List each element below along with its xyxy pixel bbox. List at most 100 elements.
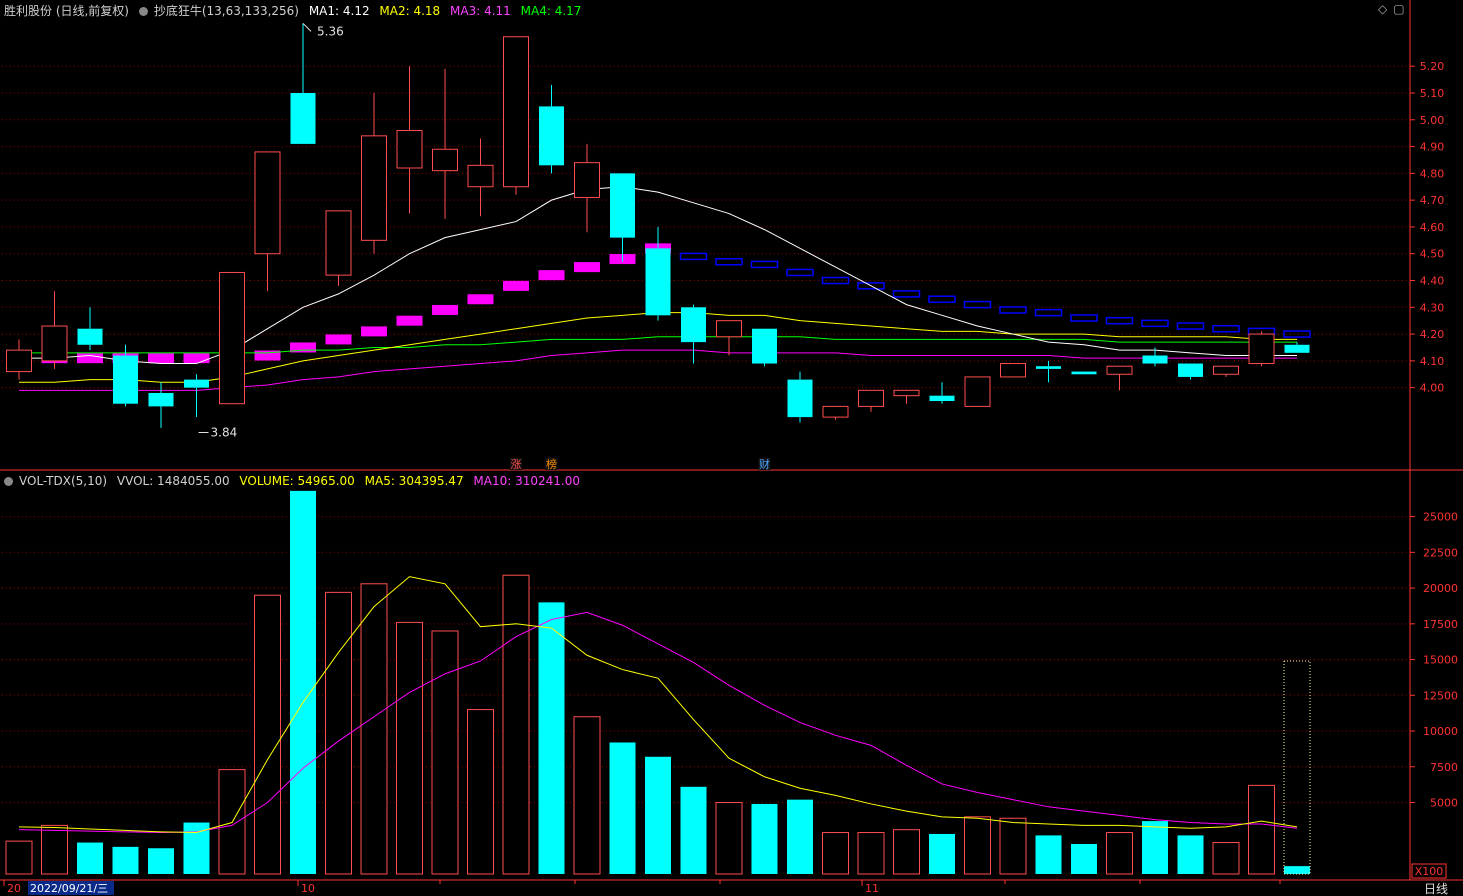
volume-bar <box>538 602 565 874</box>
volume-bar <box>999 817 1027 875</box>
volume-tick-label: 25000 <box>1423 511 1458 524</box>
volume-tick-label: 7500 <box>1430 761 1458 774</box>
trend-block <box>750 260 779 269</box>
price-panel <box>6 23 1311 428</box>
high-label: 5.36 <box>317 24 344 38</box>
x-tick-label: 11 <box>865 882 879 895</box>
volume-bar <box>1142 821 1168 874</box>
trend-block <box>538 270 565 281</box>
trend-block <box>1034 308 1063 317</box>
volume-bar <box>715 802 743 875</box>
candle-body <box>645 248 671 316</box>
candle-body <box>858 389 884 407</box>
volume-bar <box>645 756 671 874</box>
volume-tick-label: 15000 <box>1423 654 1458 667</box>
candle-body <box>539 106 564 166</box>
candle-body <box>254 151 281 255</box>
trend-block <box>1176 322 1205 330</box>
volume-bar <box>1106 832 1133 875</box>
price-tick-label: 4.40 <box>1420 275 1445 288</box>
candle-body <box>290 93 316 144</box>
trend-block <box>715 258 743 266</box>
candle-body <box>1071 371 1097 375</box>
volume-bar <box>77 842 103 874</box>
high-pointer <box>302 23 312 32</box>
candle-body <box>574 162 600 198</box>
volume-bar <box>502 574 530 875</box>
volume-bar <box>1071 843 1097 874</box>
event-marker: 财 <box>759 457 770 471</box>
trend-block <box>574 262 600 273</box>
volume-tick-label: 10000 <box>1423 725 1458 738</box>
trend-block <box>1070 314 1098 322</box>
low-label: 3.84 <box>211 426 238 440</box>
candle-body <box>1000 363 1026 378</box>
volume-bar <box>1248 784 1275 875</box>
candle-body <box>325 210 352 276</box>
volume-panel <box>5 490 1311 875</box>
volume-bar <box>41 824 68 875</box>
candle-body <box>396 130 423 169</box>
volume-tick-label: 12500 <box>1423 689 1458 702</box>
event-marker: 榜 <box>546 457 557 471</box>
candle-body <box>467 164 494 188</box>
trend-block <box>325 334 352 345</box>
volume-bar <box>360 583 388 875</box>
trend-block <box>503 280 529 291</box>
candle-body <box>1142 355 1168 364</box>
x-tick-label: 20 <box>7 882 21 895</box>
volume-bar <box>1035 835 1062 874</box>
candle-body <box>716 320 742 338</box>
trend-block <box>396 315 423 326</box>
volume-bar <box>929 833 955 874</box>
grid-lines <box>0 0 1463 881</box>
candle-body <box>77 328 103 345</box>
trend-block <box>1105 316 1134 325</box>
volume-bar <box>325 591 352 875</box>
trend-block <box>77 353 103 364</box>
trend-block <box>928 295 956 303</box>
candle-body <box>822 405 849 418</box>
unit-label: X100 <box>1415 865 1444 878</box>
candle-body <box>964 376 991 407</box>
volume-bar <box>431 630 459 875</box>
volume-bar <box>254 594 281 875</box>
candle-body <box>1106 365 1133 375</box>
candle-body <box>893 389 920 397</box>
y-axis: 4.00 4.10 4.20 4.30 4.40 4.50 4.60 4.70 4.80 4.90… <box>1410 60 1458 879</box>
candle-body <box>1036 366 1061 369</box>
candle-body <box>929 395 955 402</box>
candle-body <box>41 325 68 362</box>
x-axis: 2022/09/21/三 20 10 11 日线 <box>3 880 1448 896</box>
volume-bar <box>1212 842 1240 875</box>
volume-bar <box>5 840 33 875</box>
candle-body <box>219 271 245 405</box>
candle-body <box>1178 363 1203 377</box>
candle-body <box>1284 344 1310 353</box>
candle-body <box>361 135 387 241</box>
candle-body <box>148 393 174 407</box>
trend-block <box>786 268 814 277</box>
candle-body <box>752 328 777 364</box>
price-tick-label: 4.70 <box>1420 194 1445 207</box>
date-cursor-label: 2022/09/21/三 <box>30 882 108 895</box>
annotations: 5.36 3.84 涨 榜 财 <box>198 23 771 471</box>
volume-bar <box>609 742 636 874</box>
trend-block <box>1141 319 1169 328</box>
trend-block <box>1212 324 1240 333</box>
volume-bar <box>751 803 778 874</box>
volume-bar <box>573 716 601 875</box>
event-marker: 涨 <box>511 458 522 471</box>
price-tick-label: 4.20 <box>1420 328 1445 341</box>
chart-canvas[interactable]: 4.00 4.10 4.20 4.30 4.40 4.50 4.60 4.70 4.80 4.90… <box>0 0 1463 896</box>
volume-bar <box>857 832 885 875</box>
volume-bar <box>1177 835 1204 874</box>
candle-body <box>681 307 706 343</box>
trend-block <box>892 290 921 298</box>
volume-bar <box>148 848 174 874</box>
volume-bar <box>1284 866 1310 874</box>
volume-projection-box <box>1283 660 1311 875</box>
volume-bar <box>787 799 813 874</box>
trend-block <box>361 326 387 337</box>
trend-block <box>679 252 708 261</box>
